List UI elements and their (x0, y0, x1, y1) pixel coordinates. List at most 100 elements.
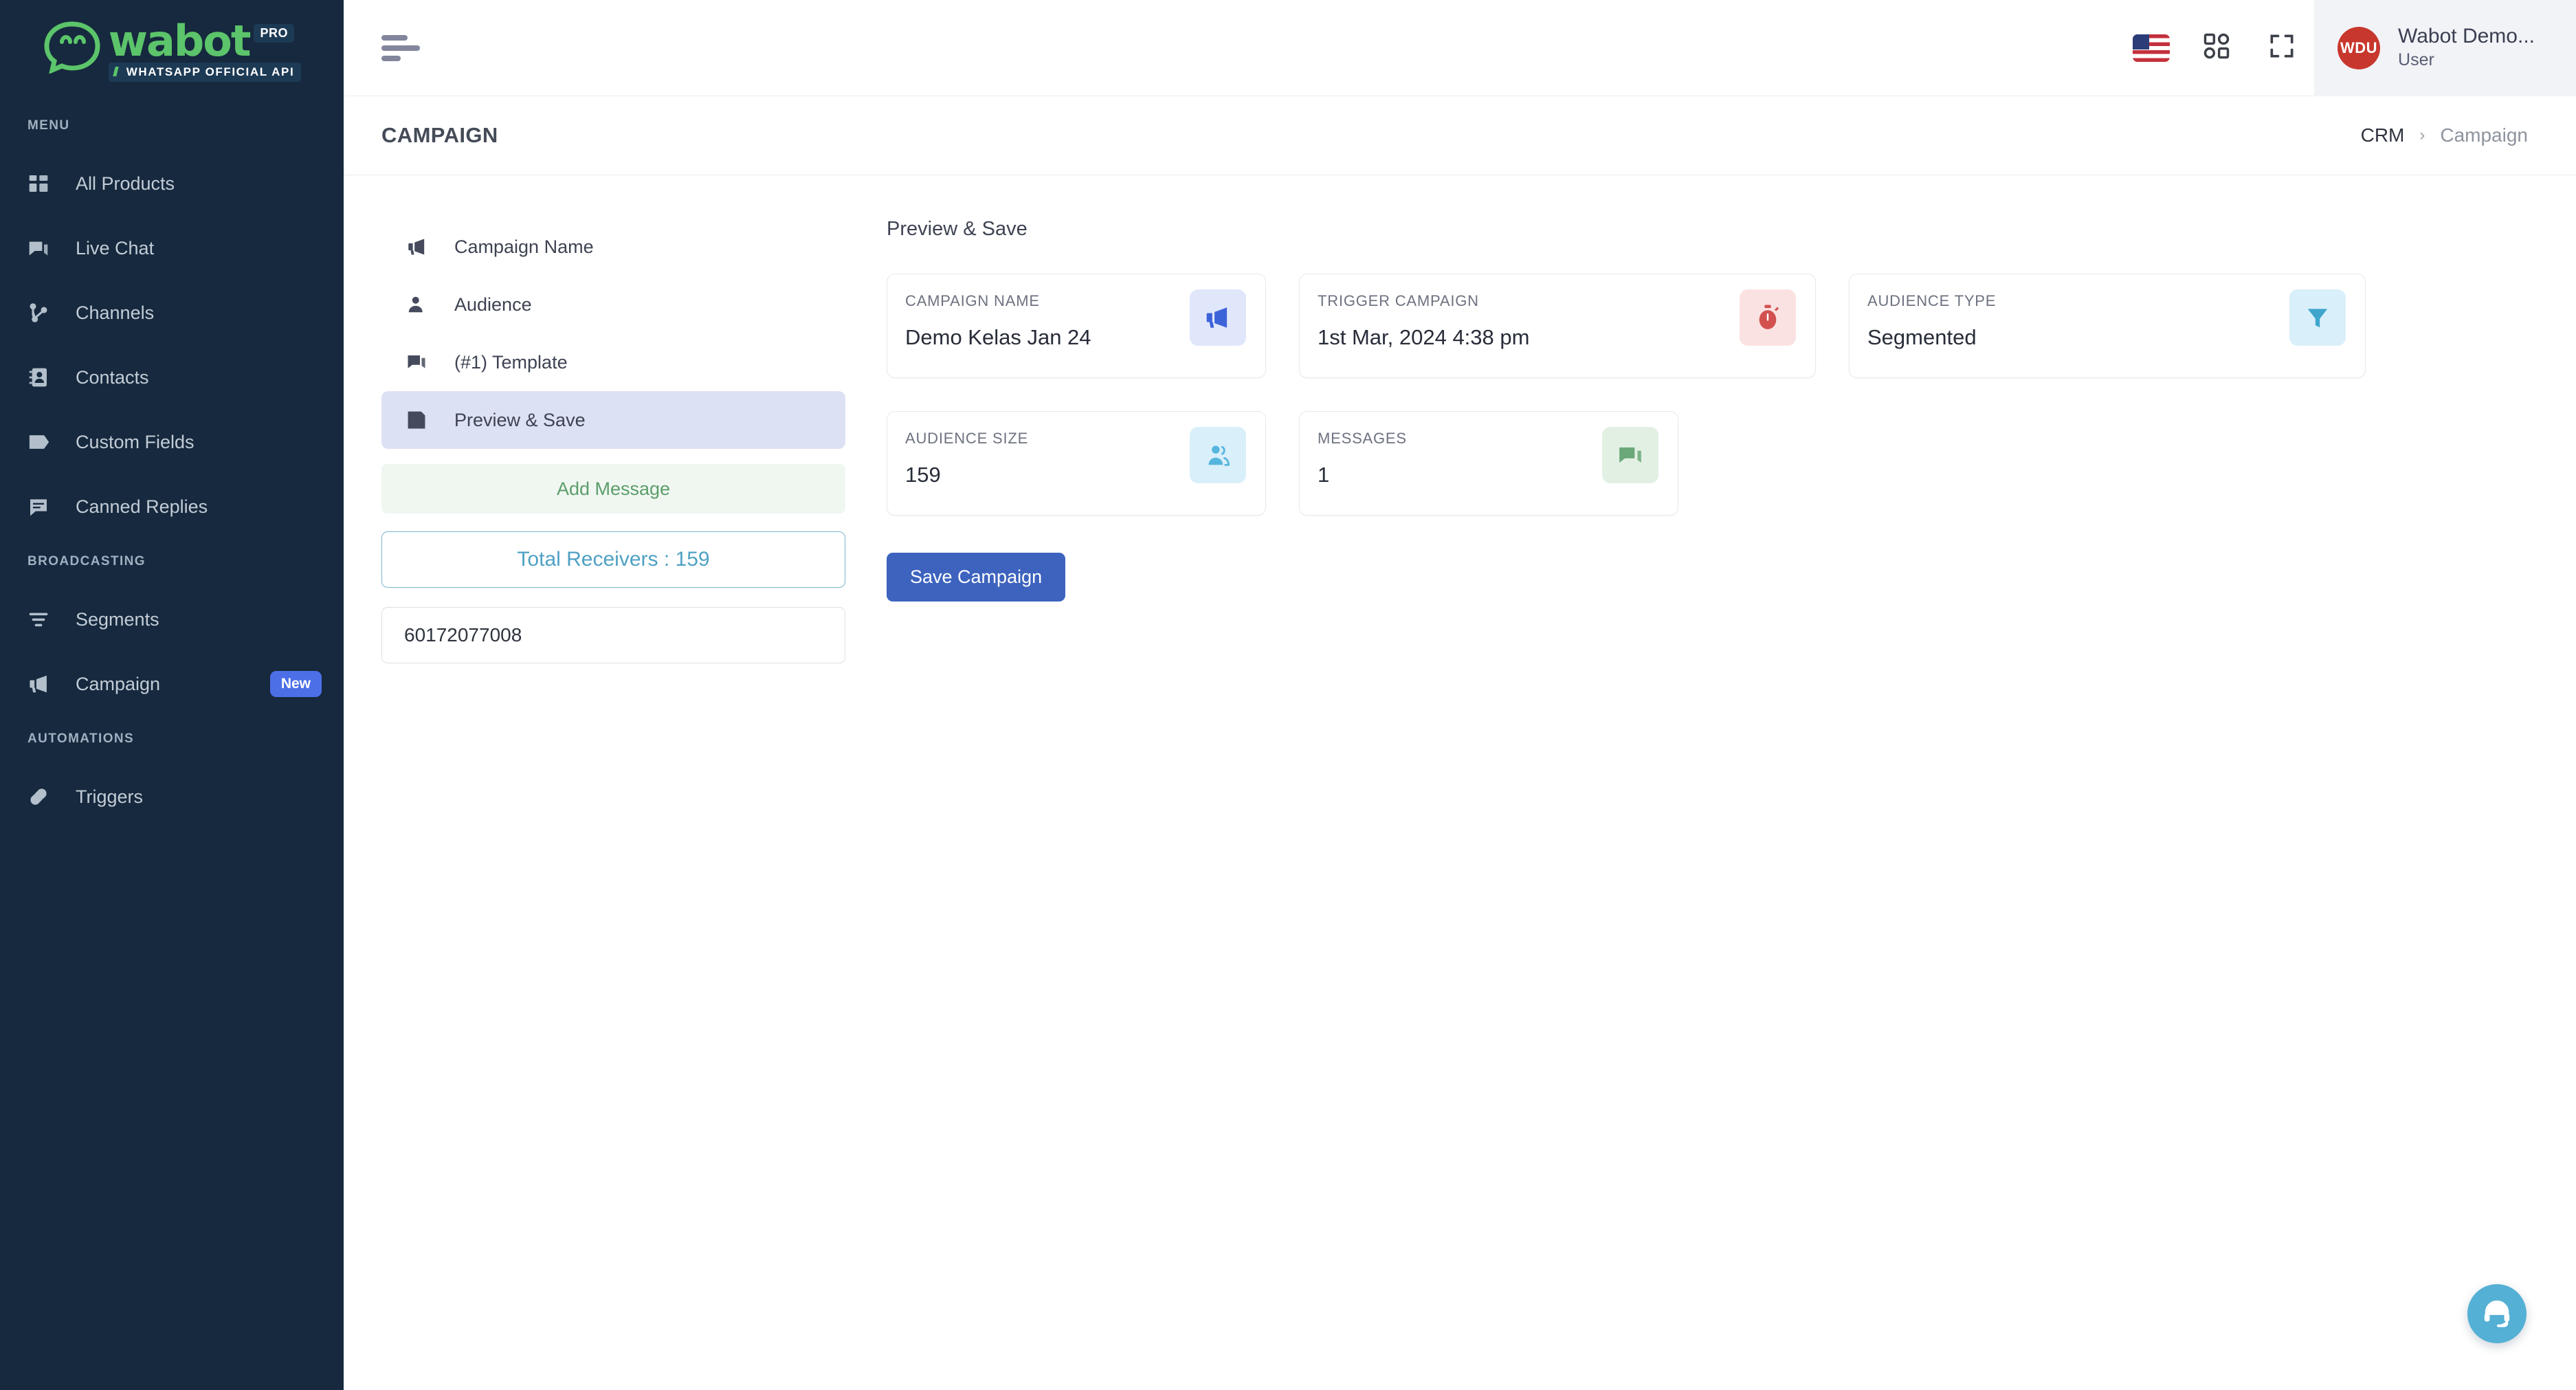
fullscreen-button[interactable] (2249, 0, 2314, 96)
step-label: (#1) Template (454, 351, 568, 373)
breadcrumb: CRM › Campaign (2361, 124, 2528, 146)
page-header: CAMPAIGN CRM › Campaign (344, 96, 2576, 175)
save-campaign-button[interactable]: Save Campaign (887, 553, 1066, 602)
brand-name: wabot (108, 15, 252, 66)
card-label: AUDIENCE TYPE (1867, 292, 1997, 309)
sidebar-section-automations-label: AUTOMATIONS (27, 731, 135, 746)
chevron-right-icon: › (2419, 126, 2425, 144)
support-chat-button[interactable] (2467, 1284, 2527, 1343)
user-icon (406, 294, 436, 315)
card-value: 1st Mar, 2024 4:38 pm (1318, 325, 1530, 349)
grid-icon (27, 172, 56, 195)
sidebar-item-label: Canned Replies (76, 496, 208, 517)
language-selector[interactable] (2118, 0, 2184, 96)
add-message-button[interactable]: Add Message (381, 464, 845, 514)
sidebar-item-contacts[interactable]: Contacts (0, 345, 344, 410)
preview-section-title: Preview & Save (887, 218, 1028, 240)
step-campaign-name[interactable]: Campaign Name (381, 218, 845, 276)
sidebar-item-label: Live Chat (76, 237, 155, 258)
sidebar-item-label: Campaign (76, 673, 161, 694)
filter-icon (27, 608, 56, 631)
preview-panel: Preview & Save CAMPAIGN NAME Demo Kelas … (887, 218, 2576, 1390)
status-badge-new: New (269, 671, 322, 697)
megaphone-icon (27, 672, 56, 696)
step-template[interactable]: (#1) Template (381, 333, 845, 391)
chat-icon (27, 236, 56, 260)
card-value: 1 (1318, 463, 1330, 487)
step-audience[interactable]: Audience (381, 276, 845, 333)
link-icon (27, 785, 56, 808)
sidebar-item-triggers[interactable]: Triggers (0, 764, 344, 829)
card-label: MESSAGES (1318, 430, 1407, 447)
tag-icon (27, 430, 56, 454)
content-area: Campaign Name Audience (#1) Template Pre… (344, 175, 2576, 1390)
step-label: Preview & Save (454, 409, 586, 430)
funnel-icon (2289, 289, 2346, 346)
breadcrumb-root[interactable]: CRM (2361, 124, 2405, 146)
card-audience-size: AUDIENCE SIZE 159 (887, 411, 1266, 516)
step-label: Audience (454, 294, 532, 315)
sidebar-section-menu-label: MENU (27, 118, 70, 133)
summary-cards-row-2: AUDIENCE SIZE 159 MESSAGES 1 (887, 411, 2528, 516)
megaphone-icon (406, 237, 436, 256)
top-bar: WDU Wabot Demo... User (344, 0, 2576, 96)
step-preview-and-save[interactable]: Preview & Save (381, 391, 845, 449)
apps-grid-icon (2201, 31, 2232, 65)
card-messages: MESSAGES 1 (1299, 411, 1678, 516)
card-label: CAMPAIGN NAME (905, 292, 1040, 309)
messages-icon (1602, 427, 1658, 483)
sidebar-item-label: Triggers (76, 786, 144, 807)
brand-logo[interactable]: wabot PRO WHATSAPP OFFICIAL API (0, 0, 344, 103)
total-receivers-button[interactable]: Total Receivers : 159 (381, 531, 845, 588)
card-audience-type: AUDIENCE TYPE Segmented (1849, 274, 2366, 378)
save-icon (406, 410, 436, 430)
hamburger-icon[interactable] (381, 30, 423, 66)
fullscreen-icon (2267, 31, 2297, 65)
sidebar-item-channels[interactable]: Channels (0, 280, 344, 345)
card-label: TRIGGER CAMPAIGN (1318, 292, 1479, 309)
sidebar-item-label: All Products (76, 173, 175, 194)
us-flag-icon (2132, 34, 2170, 62)
main-area: WDU Wabot Demo... User CAMPAIGN CRM › Ca… (344, 0, 2576, 1390)
template-icon (406, 352, 436, 373)
brand-tagline: WHATSAPP OFFICIAL API (108, 63, 302, 82)
page-title: CAMPAIGN (381, 123, 498, 147)
user-role: User (2398, 50, 2434, 70)
sidebar-section-broadcasting-label: BROADCASTING (27, 554, 146, 569)
sidebar-item-segments[interactable]: Segments (0, 587, 344, 652)
card-trigger-campaign: TRIGGER CAMPAIGN 1st Mar, 2024 4:38 pm (1299, 274, 1816, 378)
card-value: 159 (905, 463, 941, 487)
contacts-icon (27, 366, 56, 389)
card-value: Demo Kelas Jan 24 (905, 325, 1091, 349)
people-icon (1190, 427, 1246, 483)
sidebar-item-label: Segments (76, 608, 159, 630)
card-label: AUDIENCE SIZE (905, 430, 1029, 447)
avatar: WDU (2338, 26, 2381, 69)
sidebar: wabot PRO WHATSAPP OFFICIAL API MENU All… (0, 0, 344, 1390)
sidebar-item-label: Contacts (76, 366, 149, 388)
summary-cards-row-1: CAMPAIGN NAME Demo Kelas Jan 24 TRIGGER … (887, 274, 2528, 378)
stopwatch-icon (1740, 289, 1796, 346)
sidebar-item-canned-replies[interactable]: Canned Replies (0, 474, 344, 539)
top-bar-actions: WDU Wabot Demo... User (2118, 0, 2576, 96)
app-root: wabot PRO WHATSAPP OFFICIAL API MENU All… (0, 0, 2576, 1390)
brand-pro-badge: PRO (254, 23, 294, 43)
apps-grid-button[interactable] (2184, 0, 2249, 96)
phone-number-input[interactable]: 60172077008 (381, 607, 845, 663)
card-campaign-name: CAMPAIGN NAME Demo Kelas Jan 24 (887, 274, 1266, 378)
sidebar-item-label: Channels (76, 302, 155, 323)
sidebar-item-campaign[interactable]: Campaign New (0, 652, 344, 716)
headset-support-icon (2481, 1297, 2513, 1332)
sidebar-item-custom-fields[interactable]: Custom Fields (0, 410, 344, 474)
step-label: Campaign Name (454, 236, 594, 257)
sidebar-item-all-products[interactable]: All Products (0, 151, 344, 216)
campaign-steps-panel: Campaign Name Audience (#1) Template Pre… (344, 218, 887, 1390)
user-name: Wabot Demo... (2398, 24, 2535, 47)
user-menu[interactable]: WDU Wabot Demo... User (2314, 0, 2576, 96)
canned-reply-icon (27, 495, 56, 518)
card-value: Segmented (1867, 325, 1977, 349)
sidebar-item-live-chat[interactable]: Live Chat (0, 216, 344, 280)
megaphone-icon (1190, 289, 1246, 346)
wabot-bubble-icon (43, 21, 102, 77)
channels-icon (27, 301, 56, 324)
